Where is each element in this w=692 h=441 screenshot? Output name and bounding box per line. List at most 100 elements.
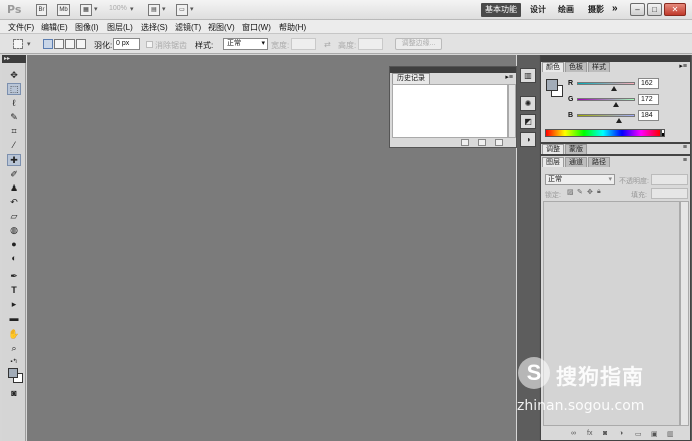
view-extras-dropdown-icon[interactable]: ▾ [94, 5, 98, 13]
eraser-tool-icon[interactable]: ▱ [7, 210, 21, 222]
add-to-selection-icon[interactable] [54, 39, 64, 49]
paint-bucket-tool-icon[interactable]: ◍ [7, 224, 21, 236]
tool-preset-dropdown-icon[interactable]: ▾ [27, 40, 31, 48]
path-selection-tool-icon[interactable]: ▸ [7, 298, 21, 310]
tab-masks[interactable]: 蒙版 [565, 144, 587, 154]
menu-edit[interactable]: 编辑(E) [41, 22, 68, 33]
workspace-painting[interactable]: 绘画 [558, 3, 574, 17]
new-group-icon[interactable]: ▭ [635, 430, 642, 438]
tab-adjustments[interactable]: 调整 [542, 144, 564, 154]
eyedropper-tool-icon[interactable]: ⁄ [7, 139, 21, 151]
color-foreground-swatch[interactable] [546, 79, 558, 91]
pen-tool-icon[interactable]: ✒ [7, 270, 21, 282]
blue-slider-thumb[interactable] [615, 118, 622, 123]
workspace-design[interactable]: 设计 [530, 3, 546, 17]
blue-value-input[interactable]: 184 [638, 110, 659, 121]
spot-healing-tool-icon[interactable]: ✚ [7, 154, 21, 166]
intersect-selection-icon[interactable] [76, 39, 86, 49]
zoom-level[interactable]: 100% [109, 5, 127, 12]
new-document-from-state-icon[interactable] [461, 139, 469, 146]
menu-file[interactable]: 文件(F) [8, 22, 34, 33]
menu-window[interactable]: 窗口(W) [242, 22, 271, 33]
tab-history[interactable]: 历史记录 [392, 73, 430, 84]
red-slider-thumb[interactable] [610, 86, 617, 91]
history-brush-tool-icon[interactable]: ↶ [7, 196, 21, 208]
workspace-photography[interactable]: 摄影 [588, 3, 604, 17]
history-scrollbar[interactable] [508, 84, 516, 138]
hand-tool-icon[interactable]: ✋ [7, 328, 21, 340]
black-white-swatch[interactable] [661, 129, 665, 137]
blue-slider[interactable] [577, 114, 635, 117]
zoom-tool-icon[interactable]: ⌕ [7, 342, 21, 354]
layers-list[interactable] [543, 201, 680, 426]
menu-help[interactable]: 帮助(H) [279, 22, 306, 33]
adjustment-layer-icon[interactable]: ◑ [619, 430, 623, 437]
antialias-checkbox[interactable] [146, 41, 153, 48]
quick-selection-tool-icon[interactable]: ✎ [7, 111, 21, 123]
color-panel-icon[interactable]: ▥ [520, 68, 536, 83]
mini-bridge-icon[interactable]: Mb [57, 4, 70, 16]
new-selection-icon[interactable] [43, 39, 53, 49]
tool-preset-icon[interactable] [13, 39, 23, 49]
menu-image[interactable]: 图像(I) [75, 22, 99, 33]
bridge-launch-icon[interactable]: Br [36, 4, 47, 16]
panel-menu-icon[interactable]: ▸≡ [679, 62, 687, 70]
panel-menu-icon[interactable]: ≡ [683, 157, 687, 164]
layer-style-icon[interactable]: fx [587, 430, 592, 437]
brush-tool-icon[interactable]: ✐ [7, 168, 21, 180]
maximize-button[interactable]: □ [647, 3, 662, 16]
red-value-input[interactable]: 162 [638, 78, 659, 89]
tab-color[interactable]: 颜色 [542, 62, 564, 72]
fill-input[interactable] [651, 188, 688, 199]
menu-select[interactable]: 选择(S) [141, 22, 168, 33]
subtract-from-selection-icon[interactable] [65, 39, 75, 49]
blur-tool-icon[interactable]: ● [7, 238, 21, 250]
swap-dimensions-icon[interactable]: ⇄ [324, 40, 331, 49]
minimize-button[interactable]: – [630, 3, 645, 16]
panel-menu-icon[interactable]: ≡ [683, 144, 687, 151]
tab-channels[interactable]: 通道 [565, 157, 587, 167]
more-workspaces-icon[interactable]: » [612, 3, 618, 14]
quick-mask-icon[interactable]: ◙ [7, 387, 21, 399]
foreground-color-swatch[interactable] [8, 368, 18, 378]
menu-filter[interactable]: 滤镜(T) [175, 22, 201, 33]
screen-mode-dropdown-icon[interactable]: ▾ [190, 5, 194, 13]
height-input[interactable] [358, 38, 383, 50]
dodge-tool-icon[interactable]: ◐ [7, 252, 21, 264]
blend-mode-select[interactable]: 正常 ▾ [545, 174, 615, 185]
arrange-dropdown-icon[interactable]: ▾ [162, 5, 166, 13]
feather-input[interactable]: 0 px [113, 38, 140, 50]
new-layer-icon[interactable]: ▣ [651, 430, 658, 438]
tab-swatches[interactable]: 色板 [565, 62, 587, 72]
lock-position-icon[interactable]: ✥ [587, 188, 593, 196]
green-slider-thumb[interactable] [613, 102, 620, 107]
green-slider[interactable] [577, 98, 635, 101]
delete-layer-icon[interactable]: ▥ [667, 430, 674, 438]
refine-edge-button[interactable]: 调整边缘... [395, 38, 442, 50]
tab-styles[interactable]: 样式 [588, 62, 610, 72]
masks-panel-icon[interactable]: ◩ [520, 114, 536, 129]
view-extras-icon[interactable]: ▦ [80, 4, 92, 16]
history-list[interactable] [392, 84, 508, 138]
link-layers-icon[interactable]: ∞ [571, 430, 576, 437]
adjustments-panel-icon[interactable]: ✺ [520, 96, 536, 111]
opacity-input[interactable] [651, 174, 688, 185]
green-value-input[interactable]: 172 [638, 94, 659, 105]
lasso-tool-icon[interactable]: ℓ [7, 97, 21, 109]
zoom-dropdown-icon[interactable]: ▾ [130, 5, 134, 13]
lock-transparent-icon[interactable]: ▨ [567, 188, 574, 196]
add-mask-icon[interactable]: ◙ [603, 430, 607, 437]
tab-layers[interactable]: 图层 [542, 157, 564, 167]
tab-paths[interactable]: 路径 [588, 157, 610, 167]
marquee-tool-icon[interactable]: ⬚ [7, 83, 21, 95]
style-select[interactable]: 正常 ▾ [223, 38, 268, 50]
width-input[interactable] [291, 38, 316, 50]
layers-scrollbar[interactable] [680, 201, 689, 426]
screen-mode-icon[interactable]: ▭ [176, 4, 188, 16]
panel-menu-icon[interactable]: ▸≡ [505, 73, 513, 81]
red-slider[interactable] [577, 82, 635, 85]
menu-layer[interactable]: 图层(L) [107, 22, 133, 33]
delete-state-icon[interactable] [495, 139, 503, 146]
toolbox-collapse-icon[interactable]: ▸▸ [2, 55, 26, 63]
clone-stamp-tool-icon[interactable]: ♟ [7, 182, 21, 194]
